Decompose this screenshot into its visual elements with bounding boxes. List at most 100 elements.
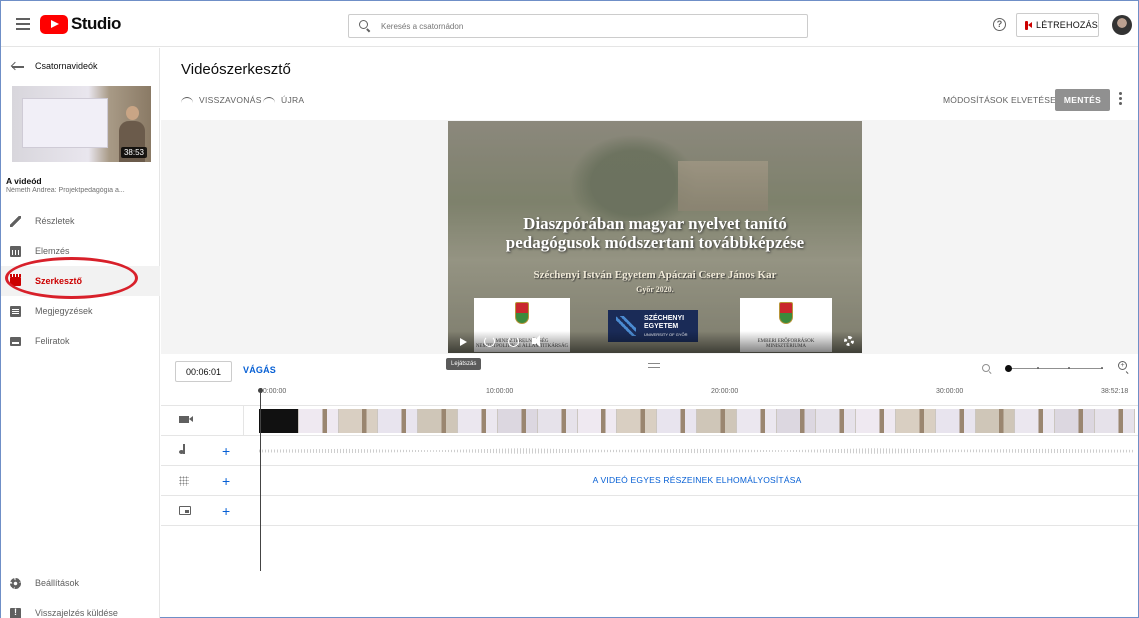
video-subtitle: Széchenyi István Egyetem Apáczai Csere J… <box>533 269 777 281</box>
sidebar-item-label: Részletek <box>35 216 75 226</box>
filmstrip-frame <box>458 409 498 433</box>
settings-icon <box>10 577 21 589</box>
back-label: Csatornavideók <box>35 61 98 71</box>
video-track <box>161 405 1138 436</box>
zoom-slider[interactable] <box>1005 365 1103 372</box>
player-controls <box>448 331 862 353</box>
help-icon[interactable]: ? <box>993 18 1006 31</box>
editor-main: Videószerkesztő VISSZAVONÁS ÚJRA MÓDOSÍT… <box>161 48 1138 618</box>
discard-changes-button[interactable]: MÓDOSÍTÁSOK ELVETÉSE <box>943 95 1056 105</box>
filmstrip-frame <box>1055 409 1096 433</box>
filmstrip-frame <box>418 409 459 433</box>
add-audio-button[interactable]: + <box>222 444 230 458</box>
zoom-slider-thumb[interactable] <box>1005 365 1012 372</box>
filmstrip-frame <box>816 409 857 433</box>
resize-handle[interactable] <box>648 363 660 368</box>
sidebar-item-subtitles[interactable]: Feliratok <box>1 326 160 356</box>
redo-button[interactable]: ÚJRA <box>263 95 304 105</box>
thumbnail-duration: 38:53 <box>120 147 147 158</box>
audio-track: + <box>161 436 1138 466</box>
add-end-screen-button[interactable]: + <box>222 504 230 518</box>
sidebar-item-editor[interactable]: Szerkesztő <box>1 266 160 296</box>
back-to-channel-videos[interactable]: Csatornavideók <box>1 48 160 86</box>
redo-icon <box>263 96 275 104</box>
filmstrip-frame <box>1095 409 1135 433</box>
zoom-step <box>1101 367 1103 369</box>
create-video-icon <box>1025 20 1032 30</box>
video-player[interactable]: Diaszpórában magyar nyelvet tanító pedag… <box>448 121 862 353</box>
menu-icon[interactable] <box>16 18 30 30</box>
timecode-display[interactable]: 00:06:01 <box>175 361 232 382</box>
filmstrip-frame <box>736 409 777 433</box>
filmstrip-frame <box>577 409 618 433</box>
end-screen-icon <box>179 506 191 515</box>
avatar[interactable] <box>1112 15 1132 35</box>
play-icon[interactable] <box>460 338 467 346</box>
thumbnail-screen <box>22 98 108 148</box>
search-box[interactable] <box>348 14 808 38</box>
sidebar-item-settings[interactable]: Beállítások <box>1 568 160 598</box>
zoom-in-icon[interactable] <box>1118 361 1129 374</box>
sidebar-item-label: Szerkesztő <box>35 276 83 286</box>
filmstrip-frame <box>776 409 817 433</box>
filmstrip-frame <box>657 409 697 433</box>
create-label: LÉTREHOZÁS <box>1035 20 1098 30</box>
player-settings-icon[interactable] <box>844 336 854 346</box>
sidebar-item-feedback[interactable]: Visszajelzés küldése <box>1 598 160 618</box>
hungarian-crest-icon <box>779 302 793 324</box>
filmstrip-frame <box>497 409 538 433</box>
cut-button[interactable]: VÁGÁS <box>243 365 276 375</box>
video-title-line-2: pedagógusok módszertani továbbképzése <box>505 233 805 252</box>
more-options-icon[interactable] <box>1119 92 1123 106</box>
studio-logo[interactable]: Studio <box>40 14 121 34</box>
add-blur-button[interactable]: + <box>222 474 230 488</box>
create-button[interactable]: LÉTREHOZÁS <box>1016 13 1099 37</box>
video-thumbnail[interactable]: 38:53 <box>12 86 151 162</box>
zoom-step <box>1037 367 1039 369</box>
track-divider <box>243 406 244 435</box>
feedback-icon <box>10 607 21 618</box>
playhead[interactable] <box>260 391 261 571</box>
filmstrip-frame <box>935 409 976 433</box>
video-filmstrip[interactable] <box>259 409 1135 433</box>
zoom-out-icon[interactable] <box>982 364 992 374</box>
filmstrip-frame <box>259 409 299 433</box>
filmstrip-frame <box>378 409 419 433</box>
filmstrip-frame <box>617 409 658 433</box>
blur-parts-link[interactable]: A VIDEÓ EGYES RÉSZEINEK ELHOMÁLYOSÍTÁSA <box>259 475 1135 485</box>
sidebar-nav: Részletek Elemzés Szerkesztő Megjegyzése… <box>1 206 160 356</box>
ruler-tick-label: 10:00:00 <box>486 388 514 395</box>
sidebar-item-label: Megjegyzések <box>35 306 93 316</box>
search-input[interactable] <box>381 21 781 31</box>
undo-icon <box>181 96 193 104</box>
forward-icon[interactable] <box>508 336 519 347</box>
sidebar-bottom-nav: Beállítások Visszajelzés küldése <box>1 568 160 618</box>
preview-area: Diaszpórában magyar nyelvet tanító pedag… <box>161 120 1138 354</box>
sidebar-item-comments[interactable]: Megjegyzések <box>1 296 160 326</box>
blur-track: + A VIDEÓ EGYES RÉSZEINEK ELHOMÁLYOSÍTÁS… <box>161 466 1138 496</box>
filmstrip-frame <box>338 409 379 433</box>
end-screen-track: + <box>161 496 1138 526</box>
filmstrip-frame <box>696 409 737 433</box>
university-logo-line-1: SZÉCHENYI <box>644 315 685 322</box>
hungarian-crest-icon <box>515 302 529 324</box>
audio-waveform[interactable] <box>259 448 1135 454</box>
volume-icon[interactable] <box>532 335 540 347</box>
filmstrip-frame <box>298 409 339 433</box>
subtitles-icon <box>10 337 21 346</box>
timeline-ruler[interactable]: 00:00:00 10:00:00 20:00:00 30:00:00 38:5… <box>161 385 1138 407</box>
filmstrip-frame <box>896 409 936 433</box>
university-logo-line-2: EGYETEM <box>644 323 679 330</box>
blur-grid-icon <box>179 476 189 486</box>
undo-button[interactable]: VISSZAVONÁS <box>181 95 262 105</box>
sidebar-item-analytics[interactable]: Elemzés <box>1 236 160 266</box>
sidebar-item-details[interactable]: Részletek <box>1 206 160 236</box>
sidebar-item-label: Beállítások <box>35 578 80 588</box>
sidebar: Csatornavideók 38:53 A videód Németh And… <box>1 48 160 618</box>
video-subtitle: Németh Andrea: Projektpedagógia a... <box>6 187 125 194</box>
filmstrip-frame <box>1015 409 1056 433</box>
rewind-icon[interactable] <box>484 336 495 347</box>
sidebar-item-label: Elemzés <box>35 246 70 256</box>
save-button[interactable]: MENTÉS <box>1055 89 1110 111</box>
search-icon <box>359 20 371 32</box>
